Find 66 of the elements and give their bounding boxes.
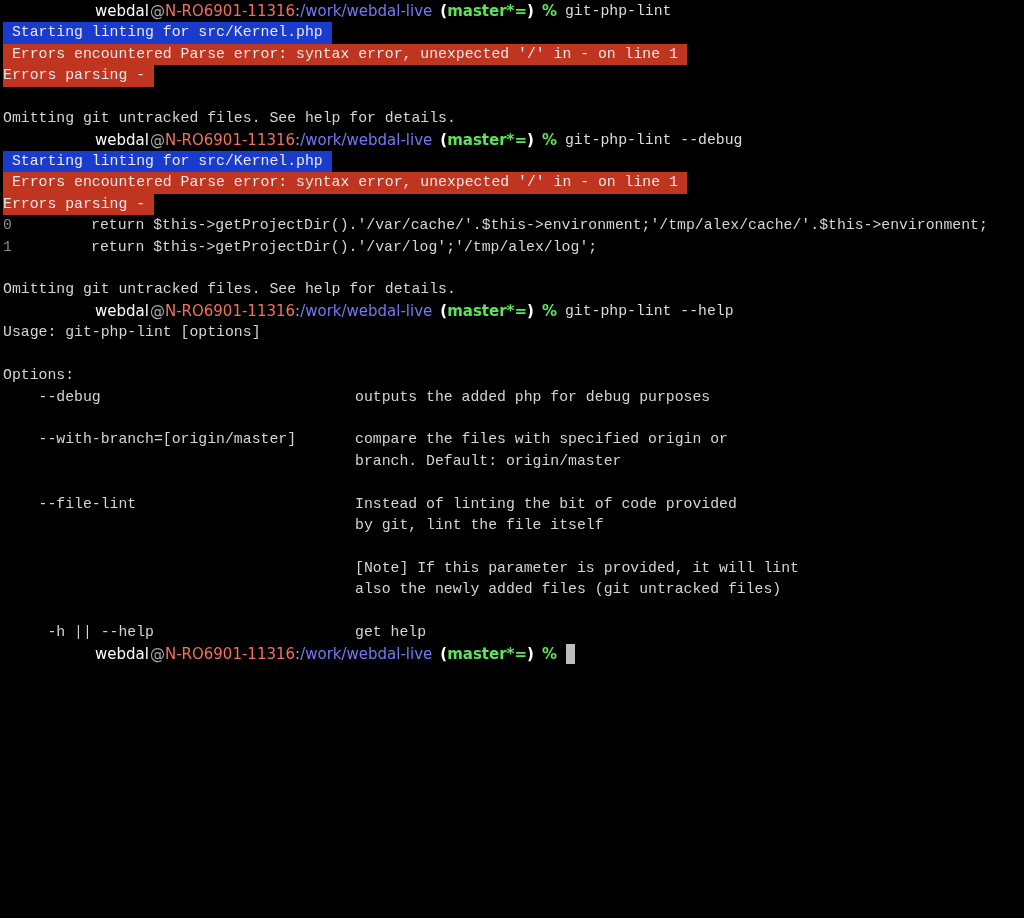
output-message: Errors encountered Parse error: syntax error, unexpected '/' in - on line 1 (3, 172, 687, 194)
prompt-separator: : (295, 643, 301, 665)
option-description: Instead of linting the bit of code provided (355, 494, 738, 514)
option-description: outputs the added php for debug purposes (355, 387, 711, 407)
text-cursor (565, 644, 575, 665)
prompt-host: N-RO6901-11316 (164, 300, 296, 322)
output-message: Errors parsing - (3, 193, 154, 216)
output-text: Omitting git untracked files. See help for details. (3, 109, 456, 129)
option-name: -h || --help (47, 624, 154, 641)
prompt-host: N-RO6901-11316 (164, 1, 296, 22)
output-text: Options: (3, 366, 75, 386)
option-description: also the newly added files (git untracked files) (355, 580, 783, 600)
prompt-symbol: % (541, 643, 557, 665)
command-text: git-php-lint --help (564, 301, 734, 321)
option-description: by git, lint the file itself (355, 516, 605, 536)
line-number: 0 (3, 216, 13, 236)
option-name: --debug (38, 388, 101, 405)
prompt-symbol: % (541, 300, 557, 322)
output-message: Errors encountered Parse error: syntax error, unexpected '/' in - on line 1 (3, 43, 687, 66)
prompt-paren: ( (440, 643, 448, 665)
option-description: compare the files with specified origin or (355, 430, 728, 450)
prompt-separator: : (295, 1, 301, 22)
prompt-separator: @ (149, 1, 165, 22)
prompt-branch: master*= (447, 643, 527, 665)
option-description: branch. Default: origin/master (355, 451, 623, 471)
prompt-path: /work/webdal-live (300, 129, 433, 151)
prompt-path: /work/webdal-live (300, 1, 433, 22)
option-description: [Note] If this parameter is provided, it will lint (355, 558, 799, 578)
prompt-separator: @ (149, 129, 165, 151)
prompt-user: webdal (95, 643, 149, 665)
prompt-paren: ( (440, 300, 448, 322)
command-text: git-php-lint --debug (564, 130, 743, 150)
prompt-separator: : (295, 300, 301, 322)
command-text: git-php-lint (564, 2, 672, 21)
prompt-host: N-RO6901-11316 (164, 129, 296, 151)
line-number: 1 (3, 237, 13, 257)
prompt-user: webdal (95, 300, 149, 322)
prompt-user: webdal (95, 1, 149, 22)
prompt-user: webdal (95, 129, 149, 151)
option-name: --file-lint (38, 495, 137, 512)
output-message: Starting linting for src/Kernel.php (3, 150, 332, 173)
output-message: Starting linting for src/Kernel.php (3, 22, 332, 44)
prompt-paren: ) (527, 129, 534, 151)
prompt-paren: ( (440, 1, 448, 22)
prompt-branch: master*= (447, 129, 527, 151)
prompt-path: /work/webdal-live (300, 300, 433, 322)
prompt-symbol: % (541, 129, 557, 151)
prompt-host: N-RO6901-11316 (164, 643, 296, 665)
option-description: get help (355, 623, 427, 643)
prompt-paren: ) (527, 643, 534, 665)
prompt-separator: : (295, 129, 301, 151)
prompt-separator: @ (149, 300, 165, 322)
prompt-symbol: % (541, 1, 557, 22)
output-message: Errors parsing - (3, 65, 154, 87)
prompt-path: /work/webdal-live (300, 643, 433, 665)
prompt-branch: master*= (447, 300, 527, 322)
prompt-branch: master*= (447, 1, 527, 22)
output-text: Omitting git untracked files. See help for details. (3, 280, 456, 300)
prompt-separator: @ (149, 643, 165, 665)
prompt-paren: ( (440, 129, 448, 151)
option-name: --with-branch=[origin/master] (38, 431, 297, 448)
code-text: return $this->getProjectDir().'/var/log';'/tmp/alex/log'; (91, 237, 598, 257)
prompt-paren: ) (527, 300, 534, 322)
code-text: return $this->getProjectDir().'/var/cache/'.$this->environment;'/tmp/alex/cache/'.$this->environment; (91, 216, 988, 236)
output-text: Usage: git-php-lint [options] (3, 323, 261, 343)
prompt-paren: ) (527, 1, 534, 22)
